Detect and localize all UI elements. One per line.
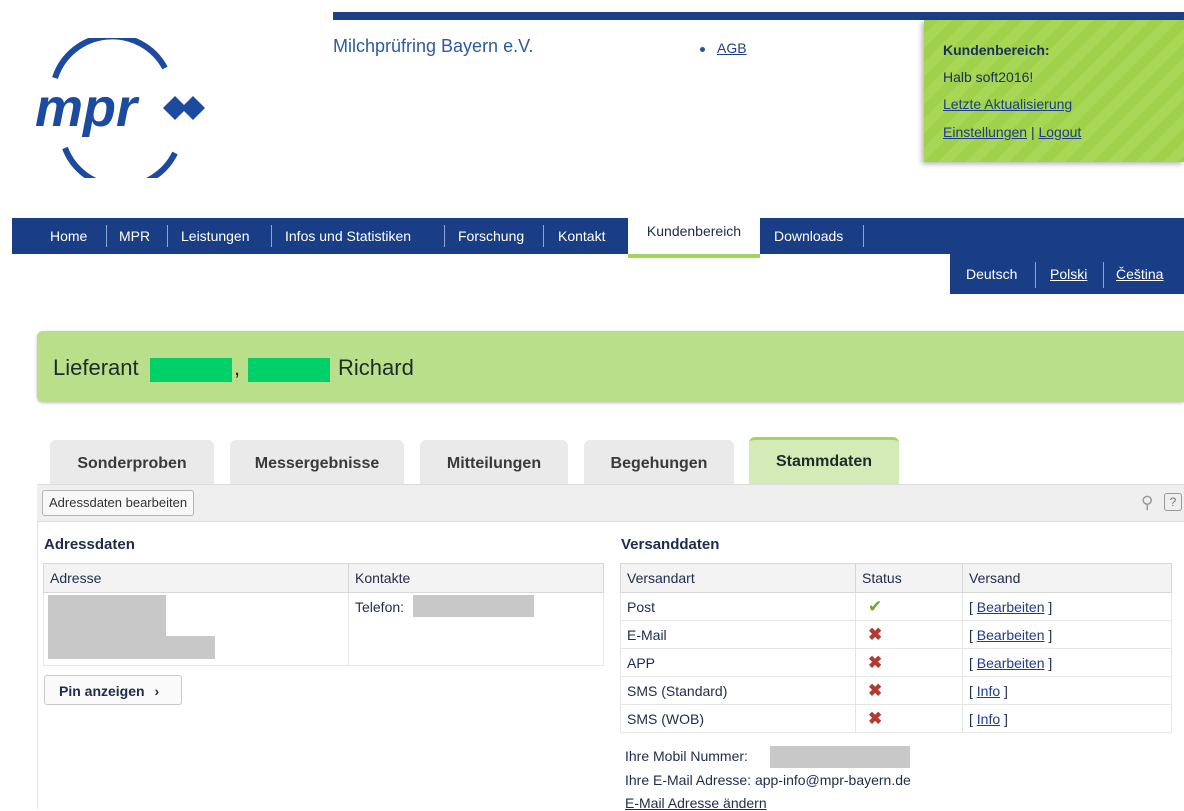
header-top-bar xyxy=(333,12,1184,20)
tab-sonderproben[interactable]: Sonderproben xyxy=(50,440,214,484)
versandart-cell: SMS (WOB) xyxy=(620,704,856,733)
redacted-mobile xyxy=(770,746,910,768)
versandart-cell: E-Mail xyxy=(620,620,856,649)
lang-cestina[interactable]: Čeština xyxy=(1116,254,1163,294)
col-contacts: Kontakte xyxy=(348,563,604,593)
nav-mpr[interactable]: MPR xyxy=(119,218,150,254)
cross-icon: ✖ xyxy=(868,652,883,672)
cross-icon: ✖ xyxy=(868,680,883,700)
show-pin-label: Pin anzeigen xyxy=(59,683,145,699)
address-section-title: Adressdaten xyxy=(44,536,135,553)
info-link[interactable]: Info xyxy=(977,683,1000,699)
mobile-number-label: Ihre Mobil Nummer: xyxy=(625,748,748,764)
chevron-right-icon: › xyxy=(154,683,160,699)
tab-begehungen[interactable]: Begehungen xyxy=(584,440,734,484)
nav-divider xyxy=(271,225,272,247)
redacted-name xyxy=(150,358,232,382)
nav-downloads[interactable]: Downloads xyxy=(774,218,843,254)
mpr-logo[interactable]: mpr xyxy=(35,33,215,190)
nav-kontakt[interactable]: Kontakt xyxy=(558,218,605,254)
kundenbereich-box: Kundenbereich: Halb soft2016! Letzte Akt… xyxy=(924,20,1184,162)
edit-address-button[interactable]: Adressdaten bearbeiten xyxy=(42,490,195,516)
supplier-prefix: Lieferant xyxy=(53,355,139,380)
redacted-address xyxy=(166,636,215,659)
logo-text: mpr xyxy=(35,78,140,138)
agb-link[interactable]: AGB xyxy=(717,40,747,56)
supplier-comma: , xyxy=(234,355,241,380)
lang-deutsch[interactable]: Deutsch xyxy=(966,254,1017,294)
redacted-address xyxy=(48,595,166,659)
help-icon[interactable]: ? xyxy=(1164,493,1182,511)
nav-home[interactable]: Home xyxy=(50,218,87,254)
edit-link[interactable]: Bearbeiten xyxy=(977,599,1045,615)
nav-divider xyxy=(543,225,544,247)
edit-link[interactable]: Bearbeiten xyxy=(977,627,1045,643)
nav-divider xyxy=(106,225,107,247)
main-nav: Home MPR Leistungen Infos und Statistike… xyxy=(12,213,1184,258)
redacted-phone xyxy=(413,595,534,617)
supplier-first-name: Richard xyxy=(338,355,414,380)
nav-leistungen[interactable]: Leistungen xyxy=(181,218,250,254)
table-row: Post ✔ [ Bearbeiten ] xyxy=(620,592,1172,621)
lang-divider xyxy=(1035,262,1036,288)
col-versand: Versand xyxy=(962,563,1172,593)
toolbar: Adressdaten bearbeiten ⚲ ? xyxy=(37,484,1184,522)
redacted-name xyxy=(248,358,330,382)
check-icon: ✔ xyxy=(868,596,883,616)
info-link[interactable]: Info xyxy=(977,711,1000,727)
nav-divider xyxy=(167,225,168,247)
greeting-text: Halb soft2016! xyxy=(943,69,1034,85)
table-row: SMS (Standard) ✖ [ Info ] xyxy=(620,676,1172,705)
last-update-link[interactable]: Letzte Aktualisierung xyxy=(943,96,1072,112)
email-row: Ihre E-Mail Adresse: app-info@mpr-bayern… xyxy=(625,772,911,788)
search-icon[interactable]: ⚲ xyxy=(1141,493,1153,513)
shipping-table: Versandart Status Versand Post ✔ [ Bearb… xyxy=(620,563,1172,733)
table-row: SMS (WOB) ✖ [ Info ] xyxy=(620,704,1172,733)
col-address: Adresse xyxy=(43,563,349,593)
email-value: app-info@mpr-bayern.de xyxy=(754,772,911,788)
show-pin-button[interactable]: Pin anzeigen › xyxy=(44,675,182,705)
versandart-cell: APP xyxy=(620,648,856,677)
table-row: E-Mail ✖ [ Bearbeiten ] xyxy=(620,620,1172,649)
versandart-cell: SMS (Standard) xyxy=(620,676,856,705)
shipping-section-title: Versanddaten xyxy=(621,536,720,553)
versandart-cell: Post xyxy=(620,592,856,621)
settings-link[interactable]: Einstellungen xyxy=(943,124,1027,140)
nav-kundenbereich[interactable]: Kundenbereich xyxy=(628,213,760,258)
kundenbereich-title: Kundenbereich: xyxy=(943,42,1050,58)
nav-infos[interactable]: Infos und Statistiken xyxy=(285,218,411,254)
phone-label: Telefon: xyxy=(355,599,405,615)
col-versandart: Versandart xyxy=(620,563,856,593)
links-separator: | xyxy=(1030,124,1035,140)
col-status: Status xyxy=(855,563,963,593)
edit-link[interactable]: Bearbeiten xyxy=(977,655,1045,671)
nav-divider xyxy=(444,225,445,247)
tab-mitteilungen[interactable]: Mitteilungen xyxy=(420,440,568,484)
language-bar: Deutsch Polski Čeština xyxy=(950,254,1184,294)
table-row: APP ✖ [ Bearbeiten ] xyxy=(620,648,1172,677)
supplier-banner: Lieferant , Richard xyxy=(37,331,1184,402)
nav-divider xyxy=(863,225,864,247)
tab-stammdaten[interactable]: Stammdaten xyxy=(749,437,899,487)
logout-link[interactable]: Logout xyxy=(1038,124,1081,140)
tab-messergebnisse[interactable]: Messergebnisse xyxy=(230,440,404,484)
cross-icon: ✖ xyxy=(868,624,883,644)
lang-polski[interactable]: Polski xyxy=(1050,254,1087,294)
cross-icon: ✖ xyxy=(868,708,883,728)
lang-divider xyxy=(1103,262,1104,288)
nav-forschung[interactable]: Forschung xyxy=(458,218,524,254)
email-label: Ihre E-Mail Adresse: xyxy=(625,772,752,788)
org-name: Milchprüfring Bayern e.V. xyxy=(333,36,534,56)
bullet-icon xyxy=(700,46,705,52)
agb-link-wrap[interactable]: AGB xyxy=(700,40,747,56)
